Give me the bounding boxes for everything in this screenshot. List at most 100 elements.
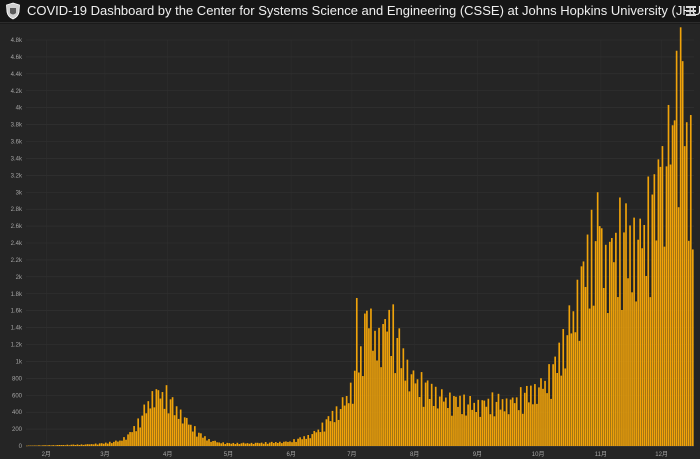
daily-case-bar[interactable] [82, 444, 85, 446]
daily-case-bar[interactable] [471, 409, 473, 446]
daily-case-bar[interactable] [183, 417, 186, 446]
daily-case-bar[interactable] [499, 409, 502, 446]
daily-case-bar[interactable] [301, 439, 303, 446]
daily-case-bar[interactable] [483, 400, 486, 446]
daily-case-bar[interactable] [398, 328, 401, 446]
daily-case-bar[interactable] [76, 444, 79, 446]
daily-case-bar[interactable] [613, 262, 615, 446]
daily-case-bar[interactable] [88, 444, 91, 446]
daily-case-bar[interactable] [386, 331, 388, 446]
daily-case-bar[interactable] [637, 239, 639, 446]
daily-case-bar[interactable] [204, 436, 206, 446]
daily-case-bar[interactable] [643, 224, 646, 446]
daily-case-bar[interactable] [689, 115, 692, 446]
daily-case-bar[interactable] [430, 383, 433, 446]
daily-case-bar[interactable] [163, 408, 166, 446]
daily-case-bar[interactable] [685, 122, 688, 446]
daily-case-bar[interactable] [602, 288, 605, 446]
daily-case-bar[interactable] [319, 432, 322, 446]
daily-case-bar[interactable] [246, 443, 249, 446]
daily-case-bar[interactable] [691, 249, 694, 446]
daily-case-bar[interactable] [586, 234, 589, 446]
daily-case-bar[interactable] [548, 364, 550, 446]
daily-case-bar[interactable] [283, 441, 285, 446]
daily-case-bar[interactable] [222, 442, 225, 446]
daily-case-bar[interactable] [191, 431, 194, 446]
daily-case-bar[interactable] [260, 442, 263, 446]
daily-case-bar[interactable] [455, 396, 457, 446]
daily-case-bar[interactable] [627, 278, 629, 446]
daily-case-bar[interactable] [285, 441, 287, 446]
daily-case-bar[interactable] [157, 390, 160, 446]
daily-case-bar[interactable] [226, 442, 229, 446]
daily-case-bar[interactable] [445, 397, 447, 446]
daily-case-bar[interactable] [84, 444, 87, 446]
daily-case-bar[interactable] [564, 368, 567, 446]
daily-case-bar[interactable] [218, 442, 220, 446]
daily-case-bar[interactable] [485, 406, 488, 446]
daily-case-bar[interactable] [349, 382, 352, 446]
daily-case-bar[interactable] [495, 401, 498, 446]
daily-case-bar[interactable] [216, 442, 218, 446]
daily-case-bar[interactable] [248, 443, 251, 446]
daily-case-bar[interactable] [98, 443, 101, 446]
daily-case-bar[interactable] [396, 337, 399, 446]
daily-case-bar[interactable] [224, 444, 227, 446]
daily-case-bar[interactable] [70, 444, 73, 446]
daily-case-bar[interactable] [657, 159, 660, 446]
daily-case-bar[interactable] [556, 373, 559, 446]
daily-case-bar[interactable] [46, 445, 48, 446]
daily-case-bar[interactable] [104, 442, 107, 446]
daily-case-bar[interactable] [432, 405, 435, 446]
daily-case-bar[interactable] [625, 203, 627, 446]
daily-case-bar[interactable] [147, 401, 150, 446]
daily-case-bar[interactable] [72, 444, 75, 446]
daily-case-bar[interactable] [370, 308, 372, 446]
daily-case-bar[interactable] [449, 392, 451, 446]
daily-case-bar[interactable] [568, 305, 571, 446]
daily-case-bar[interactable] [335, 406, 338, 446]
daily-case-bar[interactable] [119, 440, 121, 446]
daily-case-bar[interactable] [289, 441, 291, 446]
daily-case-bar[interactable] [355, 297, 358, 446]
daily-case-bar[interactable] [353, 370, 356, 446]
daily-case-bar[interactable] [102, 443, 105, 446]
daily-case-bar[interactable] [519, 387, 522, 446]
daily-case-bar[interactable] [631, 292, 633, 446]
daily-case-bar[interactable] [62, 444, 65, 446]
daily-case-bar[interactable] [254, 442, 257, 446]
daily-case-bar[interactable] [400, 368, 403, 446]
daily-case-bar[interactable] [507, 414, 510, 446]
daily-case-bar[interactable] [422, 406, 425, 446]
daily-case-bar[interactable] [600, 228, 603, 446]
daily-case-bar[interactable] [497, 393, 500, 446]
daily-case-bar[interactable] [659, 166, 662, 447]
daily-case-bar[interactable] [175, 406, 178, 446]
daily-case-bar[interactable] [268, 442, 271, 446]
daily-case-bar[interactable] [240, 443, 243, 446]
daily-case-bar[interactable] [598, 226, 601, 446]
daily-case-bar[interactable] [562, 329, 565, 446]
daily-case-bar[interactable] [127, 434, 129, 446]
daily-case-bar[interactable] [54, 445, 56, 446]
daily-case-bar[interactable] [187, 424, 190, 446]
daily-case-bar[interactable] [185, 417, 188, 446]
daily-case-bar[interactable] [161, 392, 164, 446]
daily-case-bar[interactable] [145, 413, 148, 446]
daily-case-bar[interactable] [669, 164, 672, 446]
daily-case-bar[interactable] [244, 443, 247, 446]
daily-case-bar[interactable] [90, 444, 93, 446]
daily-case-bar[interactable] [615, 232, 617, 446]
daily-case-bar[interactable] [402, 348, 405, 446]
daily-case-bar[interactable] [671, 125, 674, 446]
daily-case-bar[interactable] [159, 398, 162, 446]
daily-case-bar[interactable] [299, 437, 301, 446]
daily-case-bar[interactable] [477, 399, 480, 446]
daily-case-bar[interactable] [50, 445, 52, 446]
daily-case-bar[interactable] [230, 443, 233, 446]
daily-case-bar[interactable] [374, 330, 376, 446]
daily-case-bar[interactable] [125, 439, 127, 446]
daily-case-bar[interactable] [493, 416, 496, 446]
daily-case-bar[interactable] [56, 445, 59, 446]
daily-case-bar[interactable] [384, 319, 386, 446]
